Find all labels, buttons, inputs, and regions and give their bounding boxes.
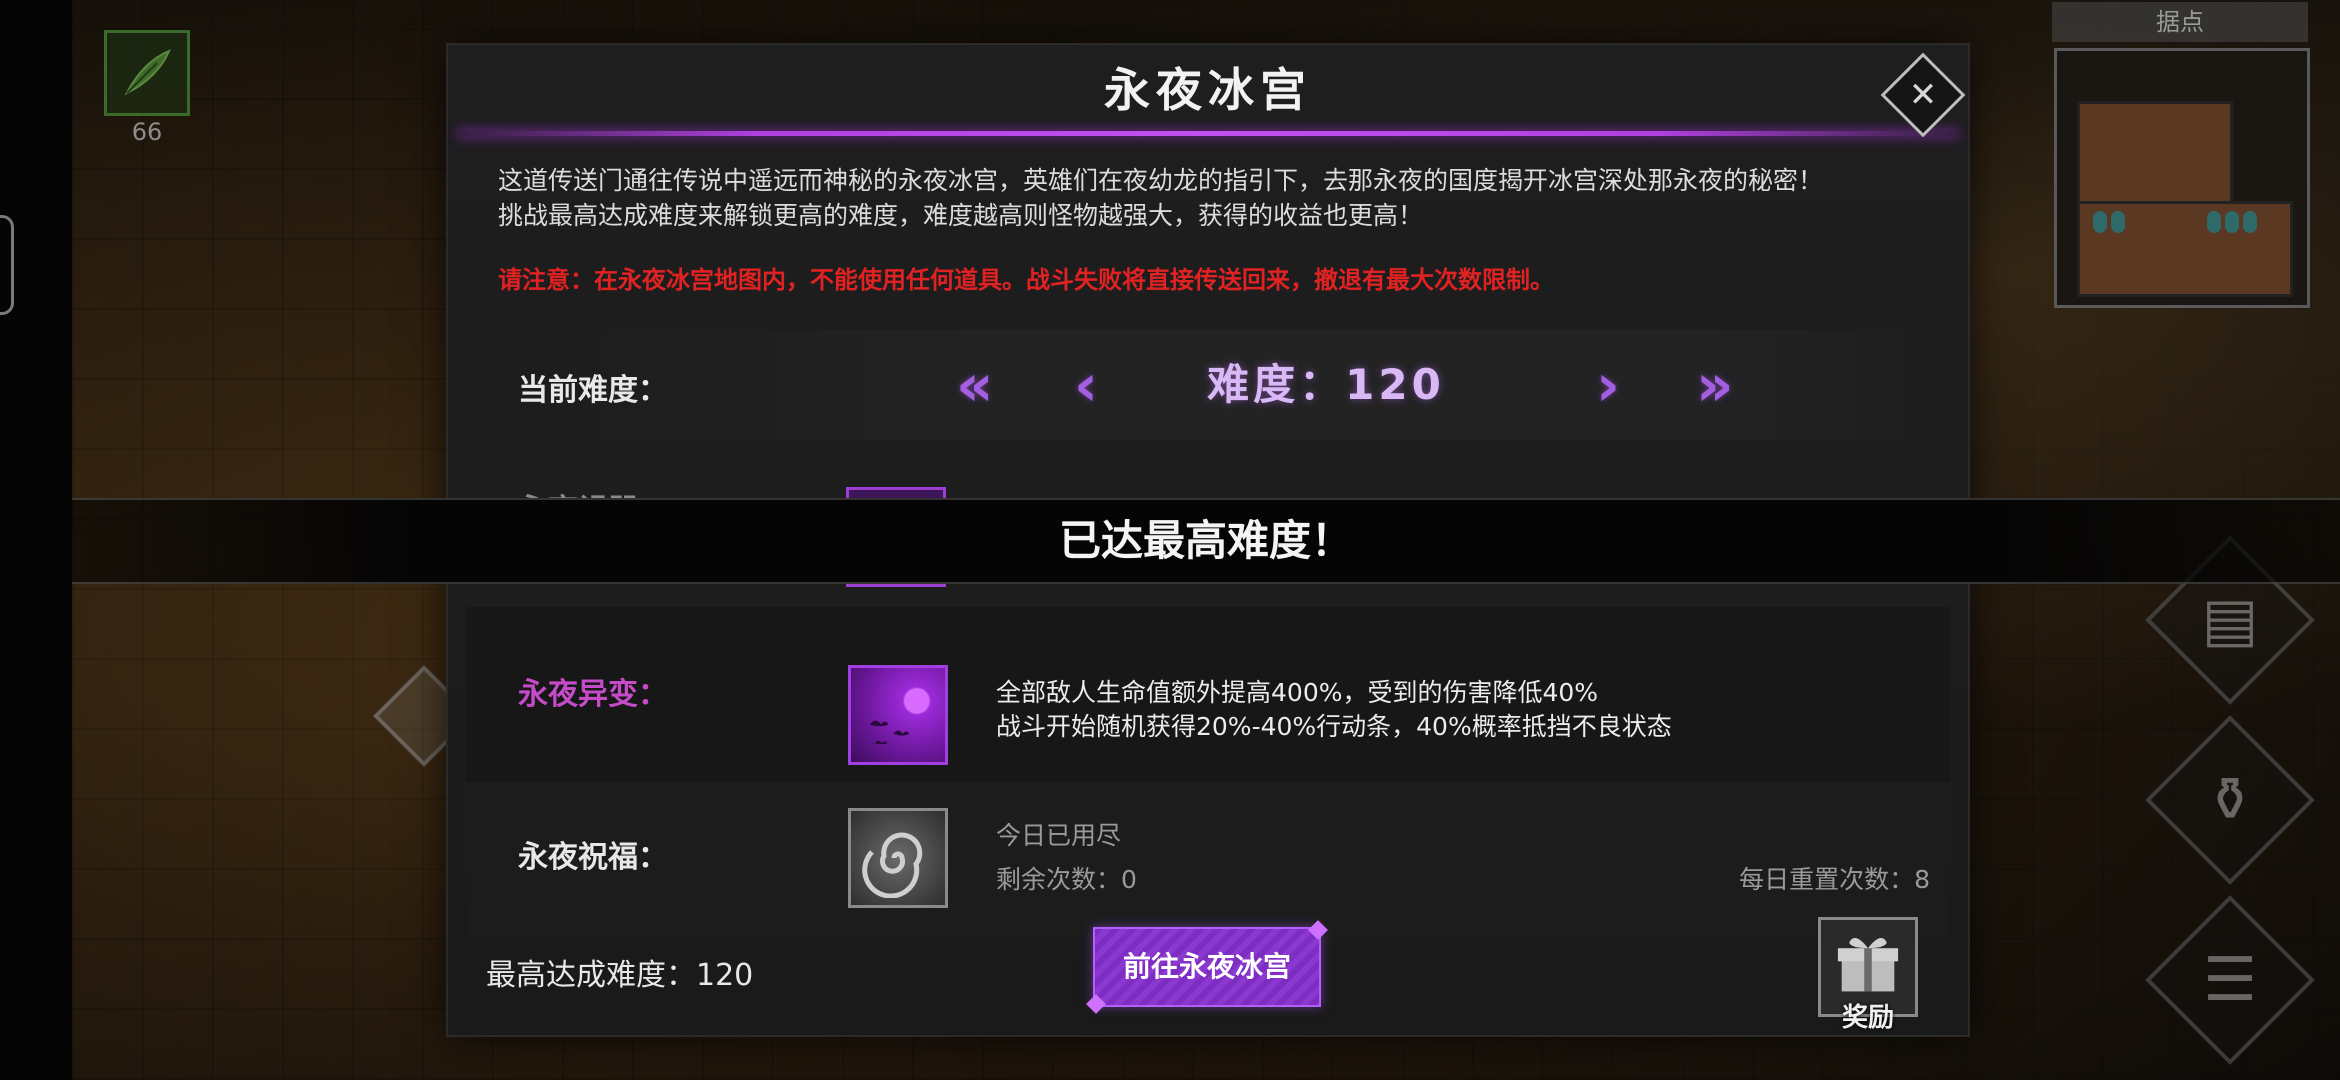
- blessing-label: 永夜祝福：: [518, 840, 668, 875]
- enter-ice-palace-button[interactable]: 前往永夜冰宫: [1093, 927, 1321, 1007]
- banner-text: 已达最高难度！: [1058, 516, 1353, 565]
- minimap-marker: [2111, 211, 2125, 233]
- potion-icon: ⚱: [2204, 765, 2256, 835]
- hud-item-count: 66: [131, 118, 163, 146]
- minimap-room: [2077, 101, 2233, 207]
- last-difficulty-button[interactable]: »: [1696, 350, 1733, 420]
- reward-label: 奖励: [1841, 1003, 1894, 1033]
- close-icon[interactable]: ✕: [1893, 65, 1953, 125]
- minimap-marker: [2243, 211, 2257, 233]
- minimap-marker: [2093, 211, 2107, 233]
- difficulty-selector: « ‹ 难度：120 › »: [756, 330, 1950, 440]
- screen-left-bar: [0, 0, 72, 1080]
- mutation-effect-line: 全部敌人生命值额外提高400%，受到的伤害降低40%: [996, 678, 1599, 707]
- side-drawer-handle[interactable]: [0, 215, 14, 315]
- minimap-title: 据点: [2052, 2, 2308, 42]
- description-line: 挑战最高达成难度来解锁更高的难度，难度越高则怪物越强大，获得的收益也更高！: [498, 201, 1424, 230]
- difficulty-row: 当前难度： « ‹ 难度：120 › »: [466, 330, 1950, 440]
- list-icon: ☰: [2203, 945, 2257, 1015]
- minimap-marker: [2207, 211, 2221, 233]
- bat-moon-icon: [848, 665, 948, 765]
- blessing-status: 今日已用尽: [996, 821, 1122, 850]
- mutation-label: 永夜异变：: [518, 677, 668, 712]
- vortex-icon[interactable]: [848, 808, 948, 908]
- minimap-marker: [2225, 211, 2239, 233]
- dialog-description: 这道传送门通往传说中遥远而神秘的永夜冰宫，英雄们在夜幼龙的指引下，去那永夜的国度…: [498, 163, 1928, 233]
- feather-icon: [124, 49, 171, 96]
- difficulty-value: 难度：120: [1207, 360, 1445, 409]
- mutation-effect-line: 战斗开始随机获得20%-40%行动条，40%概率抵挡不良状态: [996, 712, 1672, 741]
- difficulty-label: 当前难度：: [518, 373, 668, 408]
- max-difficulty-text: 最高达成难度：120: [486, 958, 754, 993]
- blessing-row: 永夜祝福： 今日已用尽 剩余次数：0 每日重置次数：8: [466, 782, 1950, 942]
- minimap-room: [2077, 201, 2293, 297]
- blessing-daily-reset: 每日重置次数：8: [1739, 865, 1930, 894]
- dialog-title: 永夜冰宫: [1104, 63, 1312, 117]
- title-divider: [458, 131, 1958, 136]
- minimap[interactable]: [2054, 48, 2310, 308]
- first-difficulty-button[interactable]: «: [956, 350, 993, 420]
- mutation-row: 永夜异变： 全部敌人生命值额外提高400%，受到的伤害降低40% 战斗开始随机获…: [466, 607, 1950, 782]
- next-difficulty-button[interactable]: ›: [1596, 350, 1620, 420]
- max-difficulty-banner: 已达最高难度！: [72, 498, 2340, 584]
- blessing-remaining: 剩余次数：0: [996, 865, 1137, 894]
- hud-item-slot[interactable]: [104, 30, 190, 116]
- prev-difficulty-button[interactable]: ‹: [1074, 350, 1098, 420]
- warning-text: 请注意：在永夜冰宫地图内，不能使用任何道具。战斗失败将直接传送回来，撤退有最大次…: [498, 266, 1554, 294]
- description-line: 这道传送门通往传说中遥远而神秘的永夜冰宫，英雄们在夜幼龙的指引下，去那永夜的国度…: [498, 166, 1824, 195]
